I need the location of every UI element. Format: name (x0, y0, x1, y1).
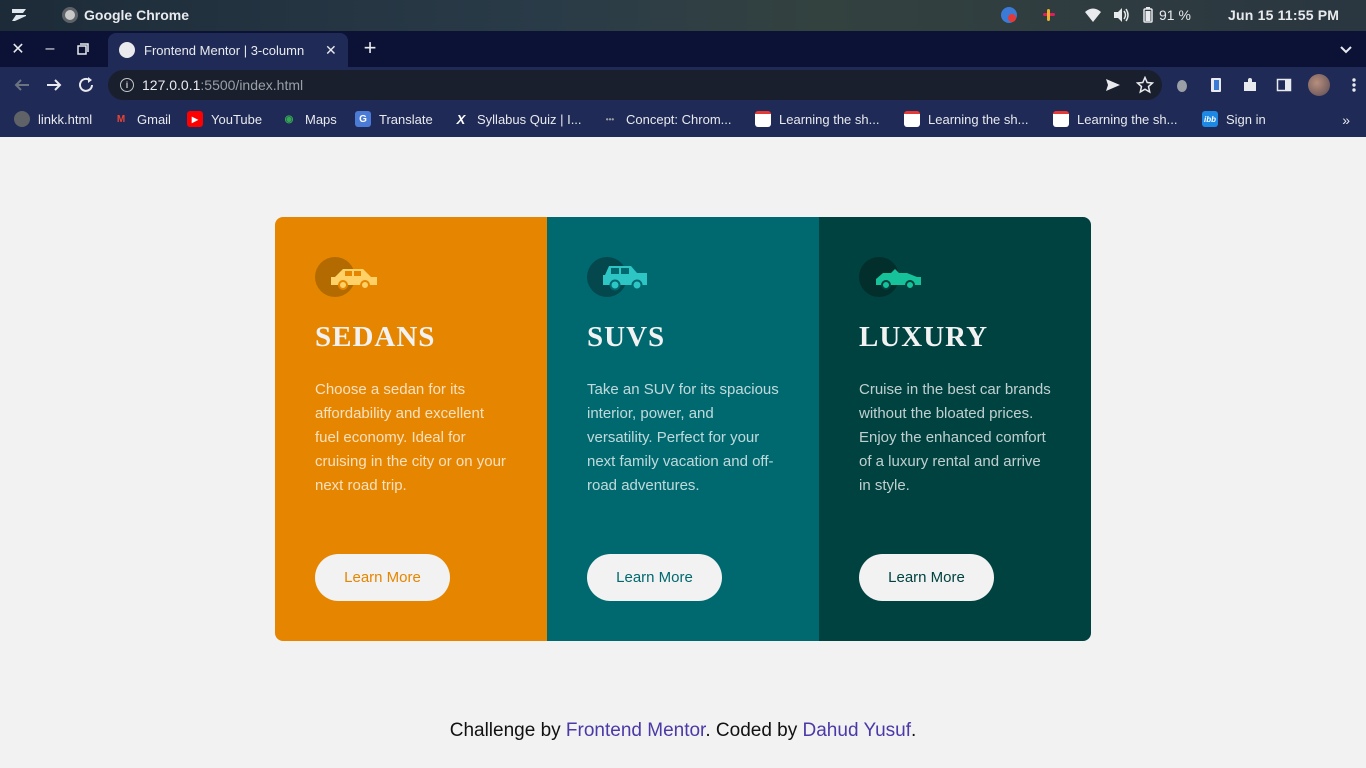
address-bar[interactable]: i 127.0.0.1:5500/index.html (108, 70, 1162, 100)
sedan-car-icon (315, 257, 379, 297)
docs-extension-icon[interactable] (1206, 75, 1226, 95)
bookmark-item[interactable]: ▶ YouTube (187, 111, 262, 127)
tab-favicon-icon (119, 42, 135, 58)
suv-car-icon (587, 257, 651, 297)
card-title: LUXURY (859, 321, 989, 353)
luxury-car-icon (859, 257, 923, 297)
card-title: SEDANS (315, 321, 436, 353)
battery-icon (1143, 7, 1153, 23)
active-app-name: Google Chrome (84, 7, 190, 23)
bookmark-star-icon[interactable] (1136, 76, 1154, 94)
card-description: Choose a sedan for its affordability and… (315, 381, 506, 494)
card-group: SEDANS Choose a sedan for its affordabil… (275, 217, 1091, 641)
browser-toolbar: i 127.0.0.1:5500/index.html (0, 67, 1366, 103)
back-icon[interactable] (11, 74, 33, 96)
page-viewport: SEDANS Choose a sedan for its affordabil… (0, 137, 1366, 768)
bookmark-item[interactable]: Learning the sh... (1053, 111, 1177, 127)
tab-active[interactable]: Frontend Mentor | 3-column ✕ (108, 33, 348, 67)
extension-icon[interactable] (1172, 75, 1192, 95)
battery-percent: 91 % (1159, 7, 1191, 23)
window-close-icon[interactable]: ✕ (8, 39, 28, 59)
card-description: Cruise in the best car brands without th… (859, 381, 1051, 494)
document-icon (1053, 111, 1069, 127)
extensions-puzzle-icon[interactable] (1240, 75, 1260, 95)
battery-indicator[interactable]: 91 % (1143, 7, 1191, 23)
reload-icon[interactable] (75, 74, 97, 96)
card-suvs: SUVS Take an SUV for its spacious interi… (547, 217, 819, 641)
card-description: Take an SUV for its spacious interior, p… (587, 381, 779, 494)
active-app[interactable]: Google Chrome (62, 7, 189, 23)
learn-more-button[interactable]: Learn More (859, 554, 994, 601)
bookmarks-overflow-icon[interactable]: » (1342, 112, 1350, 128)
send-icon[interactable] (1104, 76, 1122, 94)
bookmark-item[interactable]: Learning the sh... (755, 111, 879, 127)
new-tab-icon[interactable]: + (359, 37, 381, 60)
site-info-icon[interactable]: i (120, 78, 134, 92)
learn-more-button[interactable]: Learn More (587, 554, 722, 601)
bookmark-item[interactable]: ••• Concept: Chrom... (602, 111, 732, 127)
ibb-icon: ibb (1202, 111, 1218, 127)
notification-app-icon[interactable] (1000, 6, 1018, 24)
card-title: SUVS (587, 321, 666, 353)
translate-icon: G (355, 111, 371, 127)
bookmark-item[interactable]: linkk.html (14, 111, 92, 127)
profile-avatar[interactable] (1308, 74, 1330, 96)
forward-icon[interactable] (43, 74, 65, 96)
bookmark-item[interactable]: ◉ Maps (281, 111, 337, 127)
card-luxury: LUXURY Cruise in the best car brands wit… (819, 217, 1091, 641)
clock[interactable]: Jun 15 11:55 PM (1228, 7, 1339, 23)
tab-close-icon[interactable]: ✕ (325, 42, 337, 59)
frontend-mentor-link[interactable]: Frontend Mentor (566, 720, 705, 741)
tab-search-chevron-icon[interactable] (1338, 41, 1354, 57)
x-icon: X (456, 111, 466, 127)
tab-title: Frontend Mentor | 3-column (144, 42, 305, 58)
url-text: 127.0.0.1:5500/index.html (142, 77, 304, 93)
chrome-icon (62, 7, 78, 23)
window-minimize-icon[interactable]: – (40, 39, 60, 59)
attribution: Challenge by Frontend Mentor. Coded by D… (449, 720, 917, 741)
tab-strip: ✕ – Frontend Mentor | 3-column ✕ + (0, 31, 1366, 67)
os-top-bar: Google Chrome 91 % Jun 15 11:55 PM (0, 0, 1366, 31)
bookmarks-bar: linkk.html M Gmail ▶ YouTube ◉ Maps G Transl… (0, 103, 1366, 137)
youtube-icon: ▶ (187, 111, 203, 127)
learn-more-button[interactable]: Learn More (315, 554, 450, 601)
globe-icon (14, 111, 30, 127)
gmail-icon: M (116, 113, 126, 125)
window-restore-icon[interactable] (73, 39, 93, 59)
slack-icon[interactable] (1040, 6, 1058, 24)
document-icon (904, 111, 920, 127)
author-link[interactable]: Dahud Yusuf (803, 720, 911, 741)
bookmark-item[interactable]: ibb Sign in (1202, 111, 1266, 127)
concept-icon: ••• (605, 114, 615, 124)
volume-icon[interactable] (1112, 6, 1130, 24)
bookmark-item[interactable]: G Translate (355, 111, 433, 127)
side-panel-icon[interactable] (1274, 75, 1294, 95)
bookmark-item[interactable]: M Gmail (113, 111, 171, 127)
wifi-icon[interactable] (1084, 6, 1102, 24)
bookmark-item[interactable]: Learning the sh... (904, 111, 1028, 127)
card-sedans: SEDANS Choose a sedan for its affordabil… (275, 217, 547, 641)
document-icon (755, 111, 771, 127)
maps-icon: ◉ (284, 113, 294, 125)
chrome-menu-icon[interactable] (1344, 75, 1364, 95)
zorin-logo-icon[interactable] (10, 7, 28, 23)
bookmark-item[interactable]: X Syllabus Quiz | I... (453, 111, 582, 127)
